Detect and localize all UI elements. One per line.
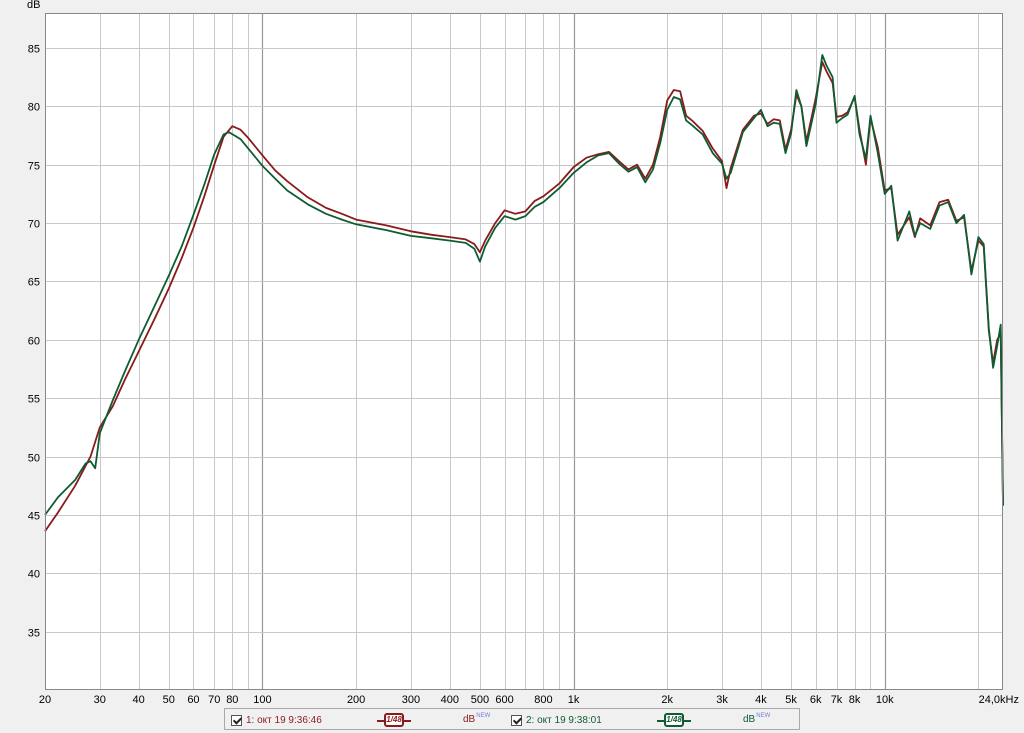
y-tick-label: 85 <box>28 44 40 56</box>
unit-badge-1: NEW <box>476 713 491 719</box>
smoothing-label-2: 1/48 <box>664 713 684 727</box>
y-tick-label: 55 <box>28 394 40 406</box>
x-tick-label: 1k <box>568 694 580 705</box>
plot-area <box>45 13 1003 690</box>
smoothing-label-1: 1/48 <box>384 713 404 727</box>
x-tick-label: 800 <box>534 694 552 705</box>
y-tick-label: 65 <box>28 277 40 289</box>
x-tick-label: 400 <box>441 694 459 705</box>
x-tick-label: 3k <box>716 694 728 705</box>
legend-label-2: 2: окт 19 9:38:01 <box>526 714 602 726</box>
y-tick-label: 45 <box>28 511 40 523</box>
legend: 1: окт 19 9:36:46 1/48 dBNEW 2: окт 19 9… <box>224 708 800 730</box>
y-tick-label: 35 <box>28 628 40 640</box>
y-axis-label: dB <box>27 0 40 11</box>
unit-badge-2: NEW <box>756 713 771 719</box>
y-tick-label: 70 <box>28 219 40 231</box>
x-tick-label: 600 <box>495 694 513 705</box>
frequency-response-chart: 20 30 40 50 60 70 80 100 200 300 400 500 600 800 1k 2k 3… <box>27 0 1019 705</box>
y-tick-label: 60 <box>28 336 40 348</box>
legend-item-2[interactable]: 2: окт 19 9:38:01 <box>511 712 602 728</box>
x-tick-label: 20 <box>39 694 51 705</box>
y-tick-label: 80 <box>28 102 40 114</box>
y-axis-ticks: 35 40 45 50 55 60 65 70 75 80 85 <box>28 44 40 640</box>
unit-label-1: dBNEW <box>463 713 491 725</box>
x-tick-label: 50 <box>163 694 175 705</box>
x-tick-label: 4k <box>755 694 767 705</box>
x-tick-label: 6k <box>810 694 822 705</box>
y-tick-label: 50 <box>28 453 40 465</box>
x-tick-label: 8k <box>849 694 861 705</box>
legend-checkbox-2[interactable] <box>511 714 522 726</box>
x-tick-label: 80 <box>226 694 238 705</box>
x-tick-label: 10k <box>876 694 894 705</box>
x-tick-label: 24,0kHz <box>979 694 1019 705</box>
x-tick-label: 5k <box>785 694 797 705</box>
x-axis-ticks: 20 30 40 50 60 70 80 100 200 300 400 500 600 800 1k 2k 3… <box>39 694 1019 705</box>
x-tick-label: 7k <box>831 694 843 705</box>
x-tick-label: 200 <box>347 694 365 705</box>
unit-label-2: dBNEW <box>743 713 771 725</box>
legend-item-1[interactable]: 1: окт 19 9:36:46 <box>231 712 322 728</box>
legend-label-1: 1: окт 19 9:36:46 <box>246 714 322 726</box>
x-tick-label: 30 <box>94 694 106 705</box>
x-tick-label: 60 <box>187 694 199 705</box>
x-tick-label: 500 <box>471 694 489 705</box>
legend-checkbox-1[interactable] <box>231 714 242 726</box>
y-tick-label: 75 <box>28 161 40 173</box>
x-tick-label: 2k <box>661 694 673 705</box>
y-tick-label: 40 <box>28 569 40 581</box>
x-tick-label: 40 <box>133 694 145 705</box>
x-tick-label: 100 <box>253 694 271 705</box>
x-tick-label: 70 <box>208 694 220 705</box>
x-tick-label: 300 <box>402 694 420 705</box>
